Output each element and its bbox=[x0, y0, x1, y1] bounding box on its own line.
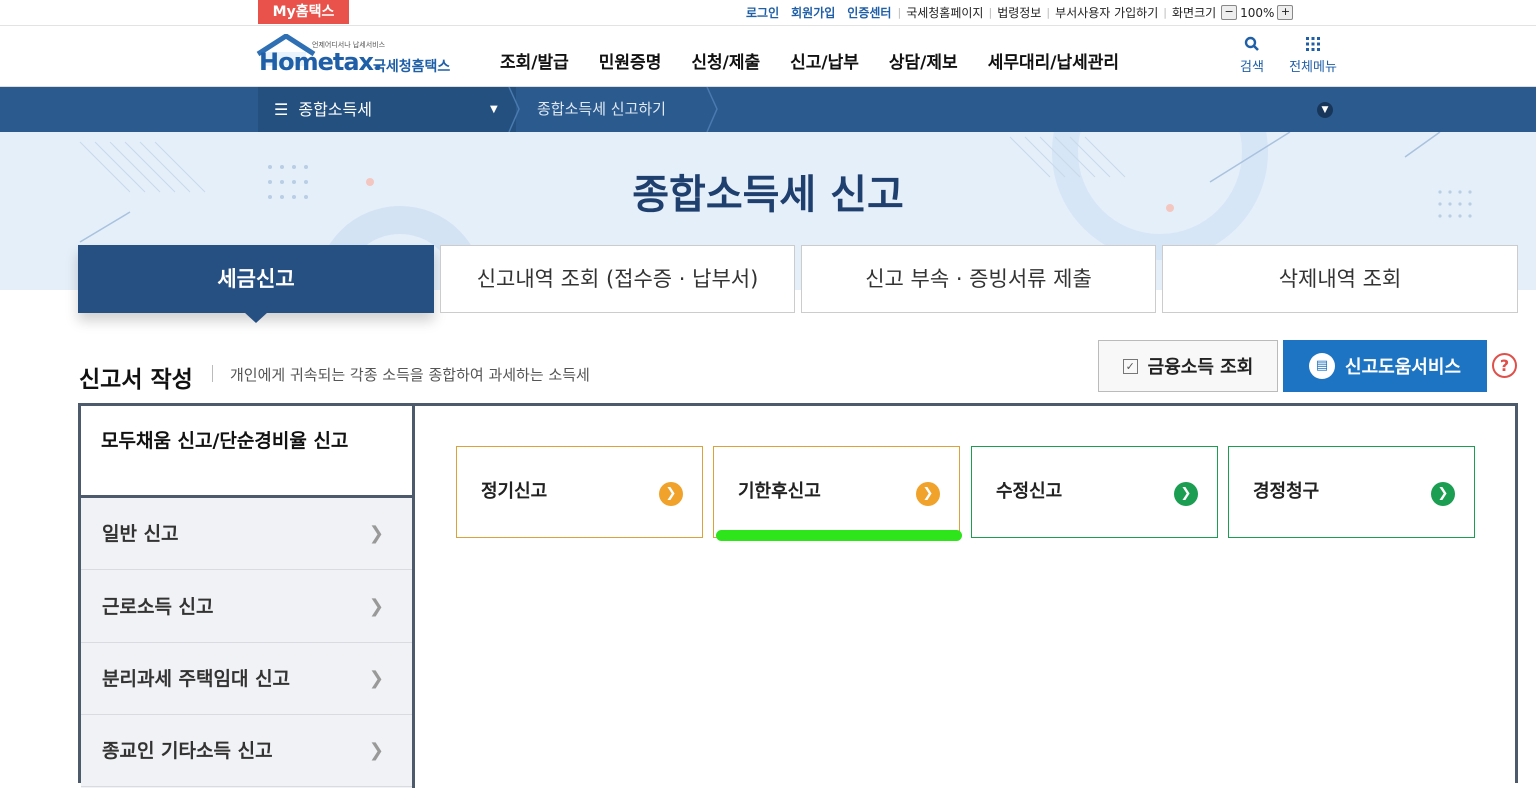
chevron-right-icon: ❯ bbox=[368, 596, 384, 617]
nav-inquiry[interactable]: 조회/발급 bbox=[500, 48, 569, 73]
card-correction-claim[interactable]: 경정청구 ❯ bbox=[1228, 446, 1475, 538]
logo-korean: 국세청홈택스 bbox=[373, 59, 451, 75]
my-hometax-button[interactable]: My홈택스 bbox=[258, 0, 349, 24]
arrow-right-icon: ❯ bbox=[1431, 482, 1455, 506]
law-info-link[interactable]: 법령정보 bbox=[997, 4, 1041, 21]
arrow-right-icon: ❯ bbox=[1174, 482, 1198, 506]
active-tab-pointer bbox=[244, 312, 268, 323]
page-title: 종합소득세 신고 bbox=[632, 172, 904, 218]
breadcrumb-separator-icon bbox=[508, 87, 520, 132]
login-link[interactable]: 로그인 bbox=[746, 4, 779, 21]
divider: | bbox=[988, 6, 993, 19]
arrow-right-icon: ❯ bbox=[659, 482, 683, 506]
chevron-right-icon: ❯ bbox=[368, 523, 384, 544]
screen-size-label: 화면크기 bbox=[1171, 6, 1217, 20]
tab-deleted-history[interactable]: 삭제내역 조회 bbox=[1162, 245, 1518, 313]
search-button[interactable]: 검색 bbox=[1234, 36, 1270, 75]
zoom-out-button[interactable]: − bbox=[1221, 5, 1238, 20]
arrow-right-icon: ❯ bbox=[916, 482, 940, 506]
breadcrumb-current[interactable]: 종합소득세 신고하기 bbox=[537, 87, 666, 132]
check-icon: ✓ bbox=[1122, 358, 1138, 374]
caret-down-icon[interactable]: ▼ bbox=[490, 87, 498, 132]
all-menu-button[interactable]: 전체메뉴 bbox=[1283, 36, 1343, 75]
card-label: 수정신고 bbox=[996, 481, 1063, 502]
card-regular-report[interactable]: 정기신고 ❯ bbox=[456, 446, 703, 538]
signup-link[interactable]: 회원가입 bbox=[791, 4, 835, 21]
tab-attachment-submit[interactable]: 신고 부속 · 증빙서류 제출 bbox=[801, 245, 1156, 313]
report-help-button[interactable]: ▤ 신고도움서비스 bbox=[1283, 340, 1487, 392]
utility-bar: My홈택스 로그인 회원가입 인증센터 | 국세청홈페이지 | 법령정보 | 부… bbox=[0, 0, 1536, 26]
nav-report-pay[interactable]: 신고/납부 bbox=[790, 48, 859, 73]
location-menu-label: 종합소득세 bbox=[298, 100, 372, 119]
nav-consult[interactable]: 상담/제보 bbox=[889, 48, 958, 73]
section-title: 신고서 작성 bbox=[79, 367, 193, 393]
book-icon: ▤ bbox=[1309, 353, 1336, 379]
sidebar-list: 일반 신고 ❯ 근로소득 신고 ❯ 분리과세 주택임대 신고 ❯ 종교인 기타소… bbox=[81, 498, 415, 788]
location-menu-dropdown[interactable]: ☰ 종합소득세 bbox=[258, 87, 516, 132]
nav-apply[interactable]: 신청/제출 bbox=[691, 48, 760, 73]
sidebar-item-general[interactable]: 일반 신고 ❯ bbox=[81, 498, 412, 570]
all-menu-label: 전체메뉴 bbox=[1289, 60, 1337, 75]
divider: | bbox=[1163, 6, 1167, 19]
card-late-report[interactable]: 기한후신고 ❯ bbox=[713, 446, 960, 538]
chevron-right-icon: ❯ bbox=[368, 740, 384, 761]
sidebar-item-label: 종교인 기타소득 신고 bbox=[102, 740, 273, 762]
breadcrumb-separator-icon bbox=[706, 87, 718, 132]
card-label: 경정청구 bbox=[1253, 481, 1320, 502]
sidebar-item-earned-income[interactable]: 근로소득 신고 ❯ bbox=[81, 571, 412, 643]
grid-icon bbox=[1306, 37, 1320, 51]
finance-income-label: 금융소득 조회 bbox=[1147, 357, 1254, 378]
utility-links: 로그인 회원가입 인증센터 | 국세청홈페이지 | 법령정보 | 부서사용자 가… bbox=[740, 4, 1294, 21]
sidebar-item-religious[interactable]: 종교인 기타소득 신고 ❯ bbox=[81, 715, 412, 787]
hometax-logo[interactable]: 언제어디서나 납세서비스 Hometax. 국세청홈택스 bbox=[256, 33, 466, 80]
sidebar-item-label: 근로소득 신고 bbox=[102, 596, 214, 618]
nts-homepage-link[interactable]: 국세청홈페이지 bbox=[906, 4, 983, 21]
report-help-label: 신고도움서비스 bbox=[1345, 357, 1461, 378]
zoom-value: 100% bbox=[1240, 5, 1275, 20]
highlight-underline bbox=[716, 530, 962, 541]
card-label: 정기신고 bbox=[481, 481, 548, 502]
divider: | bbox=[897, 6, 902, 19]
divider: | bbox=[1046, 6, 1051, 19]
search-icon bbox=[1244, 36, 1259, 51]
main-header: 언제어디서나 납세서비스 Hometax. 국세청홈택스 조회/발급 민원증명 … bbox=[0, 26, 1536, 87]
nav-civil-cert[interactable]: 민원증명 bbox=[599, 48, 662, 73]
search-label: 검색 bbox=[1240, 60, 1264, 75]
nav-tax-agent[interactable]: 세무대리/납세관리 bbox=[988, 48, 1119, 73]
hamburger-icon: ☰ bbox=[274, 100, 289, 119]
card-label: 기한후신고 bbox=[738, 481, 821, 502]
divider bbox=[212, 365, 213, 382]
finance-income-button[interactable]: ✓ 금융소득 조회 bbox=[1098, 340, 1278, 392]
cert-center-link[interactable]: 인증센터 bbox=[847, 4, 891, 21]
section-description: 개인에게 귀속되는 각종 소득을 종합하여 과세하는 소득세 bbox=[230, 366, 590, 384]
main-nav: 조회/발급 민원증명 신청/제출 신고/납부 상담/제보 세무대리/납세관리 bbox=[500, 48, 1149, 73]
chevron-right-icon: ❯ bbox=[368, 668, 384, 689]
tab-tax-report[interactable]: 세금신고 bbox=[78, 245, 434, 313]
logo-wordmark: Hometax. bbox=[259, 48, 382, 76]
dept-user-signup-link[interactable]: 부서사용자 가입하기 bbox=[1055, 4, 1158, 21]
tab-report-history[interactable]: 신고내역 조회 (접수증 · 납부서) bbox=[440, 245, 795, 313]
sidebar-item-rental[interactable]: 분리과세 주택임대 신고 ❯ bbox=[81, 643, 412, 715]
card-amended-report[interactable]: 수정신고 ❯ bbox=[971, 446, 1218, 538]
sidebar-item-label: 일반 신고 bbox=[102, 523, 179, 545]
chevron-down-icon[interactable]: ▼ bbox=[1317, 102, 1333, 118]
location-bar: ☰ 종합소득세 ▼ 종합소득세 신고하기 ▼ bbox=[0, 87, 1536, 132]
question-icon[interactable]: ? bbox=[1492, 353, 1517, 378]
zoom-in-button[interactable]: + bbox=[1277, 5, 1294, 20]
sidebar-item-label: 분리과세 주택임대 신고 bbox=[102, 668, 291, 690]
sidebar-item-auto-fill[interactable]: 모두채움 신고/단순경비율 신고 bbox=[81, 406, 415, 498]
